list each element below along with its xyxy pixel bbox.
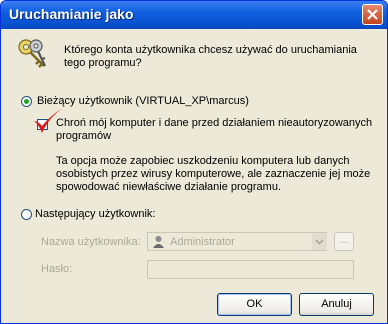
keys-icon: [18, 39, 46, 68]
other-user-radio[interactable]: [21, 209, 32, 220]
ok-button[interactable]: OK: [217, 293, 292, 316]
cancel-button[interactable]: Anuluj: [299, 293, 374, 316]
dialog-body: Którego konta użytkownika chcesz używać …: [1, 29, 387, 323]
password-field[interactable]: [147, 260, 354, 279]
protect-label[interactable]: Chroń mój komputer i dane przed działani…: [56, 117, 376, 143]
close-button[interactable]: [362, 4, 383, 25]
browse-button[interactable]: ...: [334, 232, 354, 251]
password-label: Hasło:: [41, 263, 73, 275]
chevron-down-icon: [315, 239, 324, 245]
current-user-radio[interactable]: [21, 96, 32, 107]
current-user-label[interactable]: Bieżący użytkownik (VIRTUAL_XP\marcus): [37, 95, 249, 108]
run-as-dialog: Uruchamianie jako Którego konta użytkown…: [0, 0, 388, 324]
user-icon: [153, 236, 164, 248]
username-combo[interactable]: Administrator: [147, 232, 327, 251]
window-title: Uruchamianie jako: [9, 6, 134, 22]
close-icon: [367, 9, 378, 20]
username-label: Nazwa użytkownika:: [41, 236, 141, 248]
protect-warning-text: Ta opcja może zapobiec uszkodzeniu kompu…: [56, 155, 371, 193]
other-user-label[interactable]: Następujący użytkownik:: [35, 208, 155, 221]
title-bar[interactable]: Uruchamianie jako: [1, 1, 387, 29]
username-value: Administrator: [170, 236, 235, 248]
username-dropdown-button[interactable]: [312, 233, 327, 250]
question-text: Którego konta użytkownika chcesz używać …: [64, 44, 357, 69]
